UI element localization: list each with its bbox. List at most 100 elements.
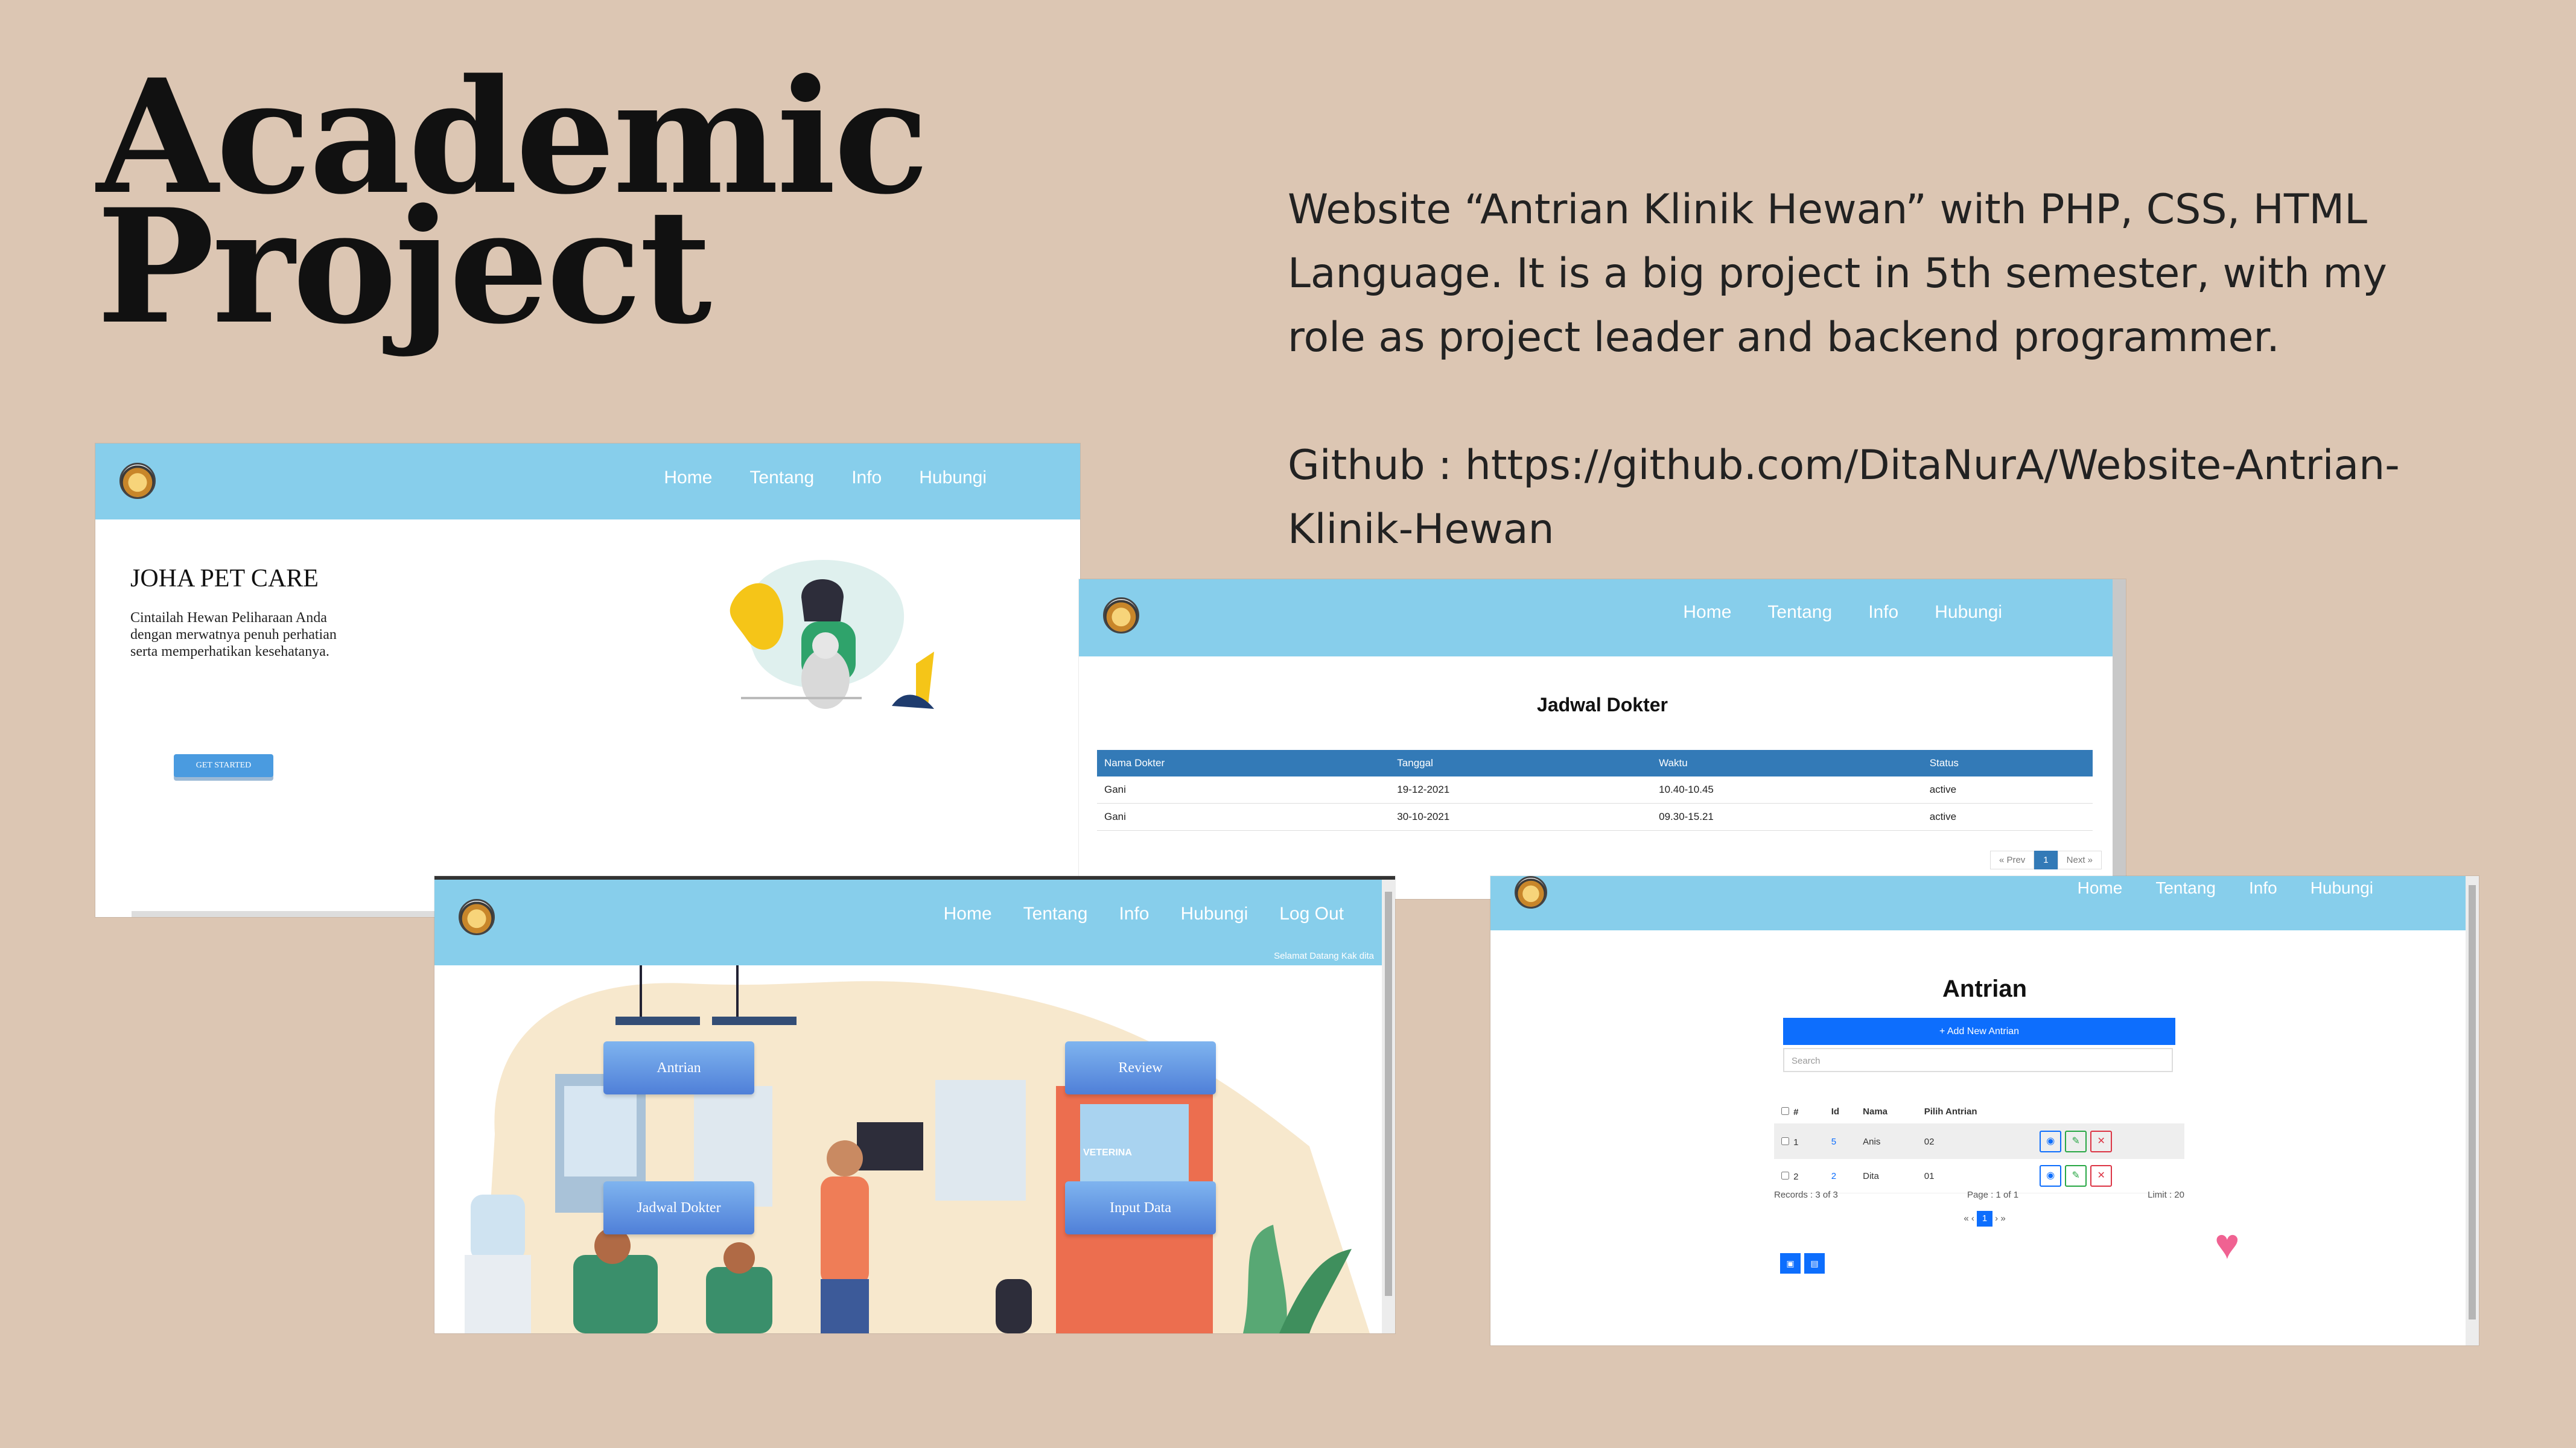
nav-home[interactable]: Home	[944, 904, 992, 924]
table-footer: Records : 3 of 3 Page : 1 of 1 Limit : 2…	[1774, 1190, 2184, 1200]
nav-info[interactable]: Info	[1119, 904, 1149, 924]
nav-home[interactable]: Home	[2078, 878, 2123, 898]
search-input[interactable]: Search	[1783, 1048, 2173, 1072]
scrollbar[interactable]	[1382, 880, 1395, 1333]
pet-owner-illustration	[730, 559, 934, 709]
row-actions: ◉ ✎ ✕	[2031, 1158, 2184, 1193]
nav-hubungi[interactable]: Hubungi	[1935, 602, 2002, 623]
document-icon[interactable]: ▤	[1804, 1253, 1825, 1274]
add-antrian-button[interactable]: + Add New Antrian	[1783, 1018, 2175, 1045]
nav-home[interactable]: Home	[664, 468, 712, 488]
prev-page-button[interactable]: « Prev	[1989, 851, 2035, 869]
github-link[interactable]: Github : https://github.com/DitaNurA/Web…	[1288, 434, 2434, 562]
column-header: Id	[1826, 1099, 1859, 1125]
logo-icon[interactable]	[1515, 876, 1547, 909]
nav-tentang[interactable]: Tentang	[2155, 878, 2216, 898]
limit-selector: Limit : 20	[2148, 1190, 2184, 1200]
nav-logout[interactable]: Log Out	[1279, 904, 1344, 924]
scrollbar[interactable]	[2113, 579, 2126, 899]
description-text: Website “Antrian Klinik Hewan” with PHP,…	[1288, 186, 2387, 361]
next-page-button[interactable]: ›	[1995, 1213, 1998, 1224]
navbar: Home Tentang Info Hubungi	[1079, 579, 2126, 656]
table-row: 2 2 Dita 01 ◉ ✎ ✕	[1774, 1158, 2184, 1193]
row-checkbox[interactable]	[1781, 1137, 1789, 1145]
review-button[interactable]: Review	[1065, 1041, 1216, 1094]
delete-icon[interactable]: ✕	[2090, 1131, 2113, 1152]
table-cell: 30-10-2021	[1390, 803, 1652, 831]
nav-info[interactable]: Info	[1868, 602, 1898, 623]
row-checkbox[interactable]	[1781, 1172, 1789, 1180]
nav-tentang[interactable]: Tentang	[1023, 904, 1088, 924]
nav-home[interactable]: Home	[1683, 602, 1731, 623]
scrollbar[interactable]	[2466, 876, 2479, 1345]
row-id-link[interactable]: 2	[1826, 1158, 1859, 1193]
view-icon[interactable]: ◉	[2040, 1131, 2062, 1152]
logo-icon[interactable]	[119, 463, 156, 499]
screenshot-antrian: Home Tentang Info Hubungi Antrian + Add …	[1490, 876, 2479, 1345]
next-page-button[interactable]: Next »	[2057, 851, 2102, 869]
nav-links: Home Tentang Info Hubungi Log Out	[944, 904, 1344, 924]
nav-hubungi[interactable]: Hubungi	[919, 468, 987, 488]
table-header-row: Nama Dokter Tanggal Waktu Status	[1097, 750, 2093, 776]
limit-input[interactable]: 20	[2174, 1190, 2184, 1200]
antrian-button[interactable]: Antrian	[603, 1041, 754, 1094]
column-header: Nama	[1858, 1099, 1919, 1125]
clinic-sign-text: VETERINA	[1083, 1148, 1132, 1158]
table-cell: Gani	[1097, 776, 1390, 804]
nav-hubungi[interactable]: Hubungi	[2310, 878, 2373, 898]
row-pilih-antrian: 01	[1919, 1158, 2032, 1193]
logo-icon[interactable]	[459, 899, 495, 935]
actions-header	[2031, 1099, 2184, 1125]
page-title: Antrian	[1942, 976, 2027, 1002]
last-page-button[interactable]: »	[2000, 1213, 2005, 1224]
screenshot-landing-page: Home Tentang Info Hubungi JOHA PET CARE …	[95, 443, 1080, 917]
table-row: 1 5 Anis 02 ◉ ✎ ✕	[1774, 1124, 2184, 1159]
schedule-table: Nama Dokter Tanggal Waktu Status Gani 19…	[1097, 750, 2093, 831]
table-header-row: # Id Nama Pilih Antrian	[1774, 1099, 2184, 1125]
edit-icon[interactable]: ✎	[2065, 1165, 2087, 1187]
page-1-button[interactable]: 1	[2034, 851, 2058, 869]
tagline: Cintailah Hewan Peliharaan Anda dengan m…	[130, 610, 337, 659]
nav-hubungi[interactable]: Hubungi	[1180, 904, 1248, 924]
delete-icon[interactable]: ✕	[2090, 1165, 2113, 1187]
edit-icon[interactable]: ✎	[2065, 1131, 2087, 1152]
view-icon[interactable]: ◉	[2040, 1165, 2062, 1187]
nav-links: Home Tentang Info Hubungi	[664, 468, 987, 488]
nav-tentang[interactable]: Tentang	[749, 468, 814, 488]
records-count: Records : 3 of 3	[1774, 1190, 1838, 1200]
table-cell: 10.40-10.45	[1652, 776, 1922, 804]
get-started-button[interactable]: GET STARTED	[174, 754, 273, 777]
table-cell: active	[1922, 803, 2093, 831]
navbar: Home Tentang Info Hubungi	[95, 443, 1080, 519]
brand-heading: JOHA PET CARE	[130, 565, 319, 592]
row-nama: Dita	[1858, 1158, 1919, 1193]
jadwal-dokter-button[interactable]: Jadwal Dokter	[603, 1181, 754, 1234]
nav-tentang[interactable]: Tentang	[1767, 602, 1832, 623]
row-id-link[interactable]: 5	[1826, 1124, 1859, 1159]
title-line-2: Project	[97, 175, 712, 359]
scrollbar-thumb[interactable]	[1385, 892, 1392, 1296]
select-all-checkbox[interactable]	[1781, 1107, 1789, 1115]
first-page-button[interactable]: «	[1964, 1213, 1968, 1224]
row-select-cell: 1	[1774, 1124, 1827, 1159]
scrollbar-thumb[interactable]	[2469, 885, 2476, 1319]
nav-links: Home Tentang Info Hubungi	[1683, 602, 2002, 623]
nav-info[interactable]: Info	[2249, 878, 2277, 898]
welcome-text: Selamat Datang Kak dita	[1274, 951, 1374, 961]
save-icon[interactable]: ▣	[1780, 1253, 1801, 1274]
column-header: Status	[1922, 750, 2093, 776]
prev-page-button[interactable]: ‹	[1971, 1213, 1974, 1224]
page-select[interactable]: 1	[1996, 1190, 2001, 1200]
screenshot-jadwal-dokter: Home Tentang Info Hubungi Jadwal Dokter …	[1079, 579, 2126, 899]
project-description: Website “Antrian Klinik Hewan” with PHP,…	[1288, 178, 2434, 562]
nav-info[interactable]: Info	[851, 468, 882, 488]
page-1-button[interactable]: 1	[1977, 1211, 1992, 1227]
table-row: Gani 30-10-2021 09.30-15.21 active	[1097, 803, 2093, 831]
row-number: 2	[1793, 1172, 1799, 1182]
pagination: « ‹ 1 › »	[1490, 1211, 2479, 1227]
logo-icon[interactable]	[1103, 597, 1139, 634]
clinic-scene-illustration: VETERINA	[465, 965, 1370, 1333]
limit-label: Limit :	[2148, 1190, 2172, 1200]
input-data-button[interactable]: Input Data	[1065, 1181, 1216, 1234]
screenshot-dashboard: Home Tentang Info Hubungi Log Out Selama…	[434, 876, 1395, 1333]
